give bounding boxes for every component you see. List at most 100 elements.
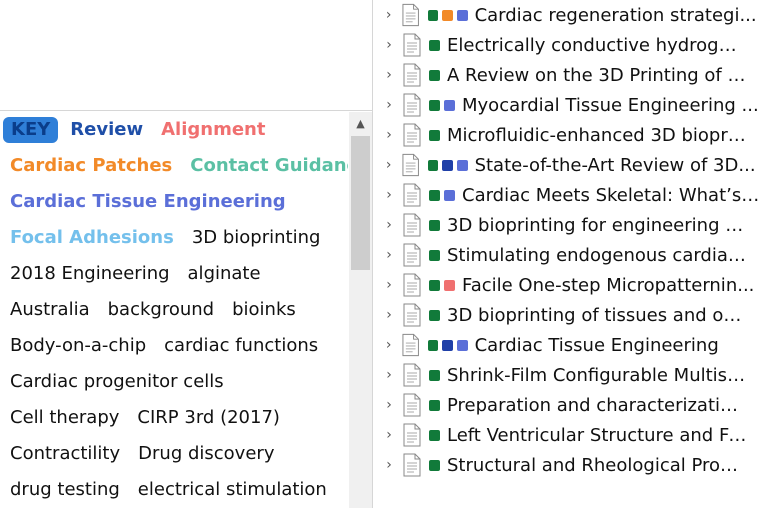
document-icon [403,363,421,387]
tag-item[interactable]: electrical stimulation [128,477,335,503]
document-icon [403,243,421,267]
chevron-right-icon[interactable]: › [378,97,400,113]
document-icon [403,183,421,207]
tag-color-dot [429,429,440,441]
tag-color-dot [429,249,440,261]
item-title: Microfluidic-enhanced 3D bioprin... [447,124,747,146]
item-title: Cardiac Tissue Engineering [474,334,719,356]
tag-row: drug testing electrical stimulation [0,472,348,508]
document-icon [403,213,421,237]
tag-color-dot [429,39,440,51]
tag-color-dot [429,399,440,411]
tag-color-dot [442,9,453,21]
list-item[interactable]: › 3D bioprinting of tissues and org... [374,300,765,330]
tag-selector-pane: KEY Review Alignment Cardiac Patches Contact… [0,0,372,508]
tag-item[interactable]: background [98,297,222,323]
tag-item[interactable]: Cardiac Tissue Engineering [0,189,294,215]
document-icon [403,393,421,417]
chevron-right-icon[interactable]: › [378,187,400,203]
chevron-right-icon[interactable]: › [378,277,400,293]
document-icon [402,153,420,177]
tag-item[interactable]: Australia [0,297,98,323]
document-icon [403,423,421,447]
tag-color-dot [427,9,439,21]
chevron-right-icon[interactable]: › [378,127,400,143]
tag-item[interactable]: Cardiac Patches [0,153,180,179]
tag-color-dot [456,9,468,21]
chevron-right-icon[interactable]: › [378,7,399,23]
document-icon [403,123,421,147]
list-item[interactable]: › Cardiac Meets Skeletal: What’s ... [374,180,765,210]
list-item[interactable]: › State-of-the-Art Review of 3D... [374,150,765,180]
tag-row: Focal Adhesions 3D bioprinting [0,220,348,256]
chevron-right-icon[interactable]: › [378,67,400,83]
list-item[interactable]: › Left Ventricular Structure and Fun... [374,420,765,450]
pane-divider-vertical[interactable] [372,0,373,508]
tag-item[interactable]: KEY [3,117,59,143]
document-icon [403,33,421,57]
list-item[interactable]: › Shrink-Film Configurable Multisc... [374,360,765,390]
list-item[interactable]: › Myocardial Tissue Engineering ... [374,90,765,120]
tag-color-dot [429,189,440,201]
chevron-right-icon[interactable]: › [378,397,400,413]
item-title: Shrink-Film Configurable Multisc... [447,364,747,386]
document-icon [402,333,420,357]
item-title: Left Ventricular Structure and Fun... [447,424,747,446]
tag-color-dot [429,459,440,471]
tag-color-dot [429,279,440,291]
list-item[interactable]: › Electrically conductive hydrogel-b... [374,30,765,60]
tag-row: 2018 Engineering alginate [0,256,348,292]
tag-item[interactable]: Cell therapy [0,405,127,431]
chevron-right-icon[interactable]: › [378,457,400,473]
chevron-right-icon[interactable]: › [378,427,400,443]
tag-color-dot [429,69,440,81]
item-title: Facile One-step Micropatternin... [462,274,755,296]
document-icon [403,303,421,327]
tag-color-dot [429,219,440,231]
tag-row: Contractility Drug discovery [0,436,348,472]
tag-item[interactable]: Body-on-a-chip [0,333,154,359]
tag-row: Body-on-a-chip cardiac functions [0,328,348,364]
document-icon [403,93,421,117]
tag-item[interactable]: 3D bioprinting [182,225,329,251]
tag-item[interactable]: Alignment [151,117,273,143]
chevron-right-icon[interactable]: › [378,337,399,353]
list-item[interactable]: › Cardiac regeneration strategi... [374,0,765,30]
list-item[interactable]: › Cardiac Tissue Engineering [374,330,765,360]
tag-item[interactable]: alginate [178,261,269,287]
tag-item[interactable]: Contractility [0,441,128,467]
chevron-right-icon[interactable]: › [378,247,400,263]
chevron-right-icon[interactable]: › [378,157,399,173]
tag-item[interactable]: Contact Guidance [180,153,348,179]
list-item[interactable]: › 3D bioprinting for engineering co... [374,210,765,240]
tag-item[interactable]: bioinks [222,297,304,323]
item-title: Structural and Rheological Proper... [447,454,747,476]
chevron-right-icon[interactable]: › [378,367,400,383]
list-item[interactable]: › Facile One-step Micropatternin... [374,270,765,300]
item-list: › Cardiac regeneration strategi... › Electr… [374,0,765,508]
scrollbar-thumb[interactable] [351,136,370,270]
tag-color-dot [442,339,453,351]
tag-item[interactable]: Cardiac progenitor cells [0,369,232,395]
scroll-up-arrow-icon[interactable]: ▲ [349,112,372,134]
tag-item[interactable]: Review [60,117,151,143]
tag-item[interactable]: cardiac functions [154,333,326,359]
tag-item[interactable]: 2018 Engineering [0,261,178,287]
tag-scrollbar[interactable]: ▲ [349,112,372,508]
list-item[interactable]: › Structural and Rheological Proper... [374,450,765,480]
list-item[interactable]: › A Review on the 3D Printing of Fu... [374,60,765,90]
list-item[interactable]: › Microfluidic-enhanced 3D bioprin... [374,120,765,150]
tag-item[interactable]: drug testing [0,477,128,503]
tag-color-dot [429,369,440,381]
tag-color-dot [427,339,439,351]
document-icon [403,453,421,477]
chevron-right-icon[interactable]: › [378,37,400,53]
tag-item[interactable]: Drug discovery [128,441,282,467]
list-item[interactable]: › Stimulating endogenous cardiac r... [374,240,765,270]
chevron-right-icon[interactable]: › [378,217,400,233]
chevron-right-icon[interactable]: › [378,307,400,323]
tag-color-dot [444,99,455,111]
tag-item[interactable]: CIRP 3rd (2017) [127,405,288,431]
tag-item[interactable]: Focal Adhesions [0,225,182,251]
list-item[interactable]: › Preparation and characterization ... [374,390,765,420]
